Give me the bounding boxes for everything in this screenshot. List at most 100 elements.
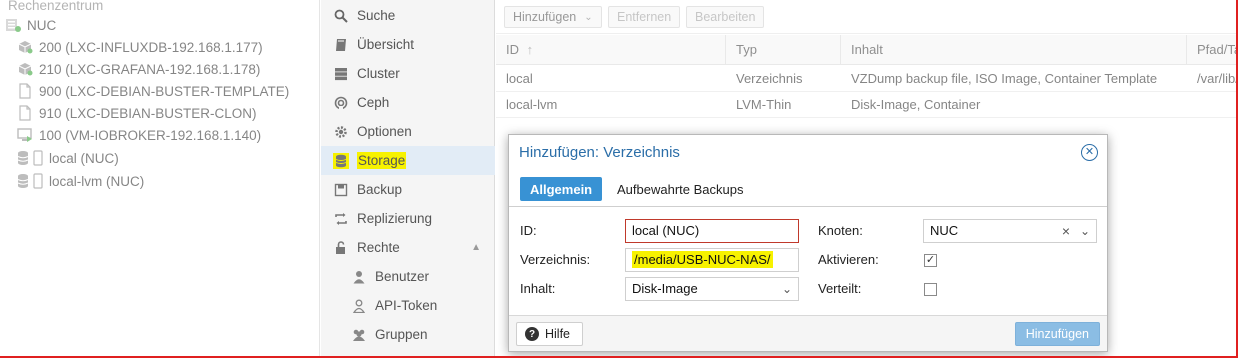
tree-node-label: NUC (27, 17, 57, 33)
cell-pfad: /var/lib/ (1197, 71, 1238, 86)
submit-add-button-label: Hinzufügen (1025, 327, 1089, 341)
tree-item[interactable]: 910 (LXC-DEBIAN-BUSTER-CLON) (16, 102, 257, 124)
container-icon (16, 39, 34, 55)
ceph-icon (333, 95, 349, 111)
id-field[interactable]: local (NUC) (625, 219, 799, 243)
cell-id: local-lvm (506, 97, 558, 112)
table-row[interactable]: local Verzeichnis VZDump backup file, IS… (496, 66, 1238, 92)
book-icon (333, 37, 349, 53)
node-select[interactable]: NUC × ⌄ (923, 219, 1097, 243)
sidebar-item-label: Backup (357, 182, 403, 197)
column-header-label: Pfad/Ta (1197, 42, 1238, 57)
tree-item[interactable]: local-lvm (NUC) (16, 170, 144, 192)
add-directory-dialog: Hinzufügen: Verzeichnis ✕ Allgemein Aufb… (508, 134, 1108, 352)
remove-button[interactable]: Entfernen (608, 6, 681, 28)
close-icon[interactable]: ✕ (1081, 144, 1098, 161)
help-button[interactable]: ? Hilfe (516, 322, 584, 346)
tree-item-label: local-lvm (NUC) (49, 173, 145, 189)
column-header-pfad[interactable]: Pfad/Ta (1187, 35, 1238, 65)
remove-button-label: Entfernen (617, 10, 672, 24)
tree-item[interactable]: 210 (LXC-GRAFANA-192.168.1.178) (16, 58, 260, 80)
tree-node-nuc[interactable]: NUC (4, 14, 56, 36)
tree-item[interactable]: 100 (VM-IOBROKER-192.168.1.140) (16, 124, 261, 146)
directory-field-value: /media/USB-NUC-NAS/ (632, 251, 773, 268)
node-icon (4, 17, 22, 33)
tree-item-label: 200 (LXC-INFLUXDB-192.168.1.177) (39, 39, 263, 55)
tab-aufbewahrte-backups[interactable]: Aufbewahrte Backups (607, 177, 753, 201)
tree-item-label: local (NUC) (49, 150, 119, 166)
storage-icon (16, 173, 44, 189)
column-header-typ[interactable]: Typ (726, 35, 841, 65)
template-icon (16, 105, 34, 121)
container-icon (16, 61, 34, 77)
tree-item[interactable]: local (NUC) (16, 147, 119, 169)
dialog-header: Hinzufügen: Verzeichnis ✕ (509, 135, 1107, 171)
sidebar-item-gruppen[interactable]: Gruppen (321, 320, 495, 349)
tree-item-label: 910 (LXC-DEBIAN-BUSTER-CLON) (39, 105, 257, 121)
tree-item-label: 210 (LXC-GRAFANA-192.168.1.178) (39, 61, 261, 77)
cell-inhalt: Disk-Image, Container (851, 97, 981, 112)
sidebar-item-optionen[interactable]: Optionen (321, 117, 495, 146)
floppy-icon (333, 182, 349, 198)
content-select[interactable]: Disk-Image ⌄ (625, 277, 799, 301)
tree-item[interactable]: 200 (LXC-INFLUXDB-192.168.1.177) (16, 36, 263, 58)
storage-toolbar: Hinzufügen ⌄ Entfernen Bearbeiten (496, 0, 1236, 34)
edit-button-label: Bearbeiten (695, 10, 756, 24)
tab-allgemein[interactable]: Allgemein (520, 177, 603, 201)
users-icon (351, 327, 367, 343)
content-select-value: Disk-Image (632, 281, 698, 296)
retweet-icon (333, 211, 349, 227)
tree-item-label: 100 (VM-IOBROKER-192.168.1.140) (39, 127, 262, 143)
cell-typ: Verzeichnis (736, 71, 803, 86)
clear-icon[interactable]: × (1062, 220, 1070, 242)
sidebar-item-replizierung[interactable]: Replizierung (321, 204, 495, 233)
chevron-down-icon: ⌄ (1079, 224, 1090, 238)
directory-field[interactable]: /media/USB-NUC-NAS/ (625, 248, 799, 272)
id-label: ID: (520, 223, 537, 238)
sidebar-item-ceph[interactable]: Ceph (321, 88, 495, 117)
directory-label: Verzeichnis: (520, 252, 591, 267)
sidebar-item-cluster[interactable]: Cluster (321, 59, 495, 88)
dialog-tabs: Allgemein Aufbewahrte Backups (509, 171, 1107, 207)
sidebar-item-label: Optionen (357, 124, 412, 139)
tree-item-label: 900 (LXC-DEBIAN-BUSTER-TEMPLATE) (39, 83, 290, 99)
column-header-id[interactable]: ID ↑ (496, 35, 726, 65)
enable-label: Aktivieren: (818, 252, 879, 267)
tree-item[interactable]: 900 (LXC-DEBIAN-BUSTER-TEMPLATE) (16, 80, 289, 102)
shared-label: Verteilt: (818, 281, 862, 296)
gear-icon (333, 124, 349, 140)
sidebar-item-rechte[interactable]: Rechte ▲ (321, 233, 495, 262)
sidebar-item-benutzer[interactable]: Benutzer (321, 262, 495, 291)
chevron-up-icon[interactable]: ▲ (471, 242, 481, 253)
sidebar-item-uebersicht[interactable]: Übersicht (321, 30, 495, 59)
dialog-footer: ? Hilfe Hinzufügen (509, 315, 1107, 351)
column-header-inhalt[interactable]: Inhalt (841, 35, 1187, 65)
help-button-label: Hilfe (545, 327, 571, 341)
shared-checkbox[interactable] (924, 283, 937, 296)
content-label: Inhalt: (520, 281, 556, 296)
enable-checkbox[interactable]: ✓ (924, 254, 937, 267)
column-header-label: Inhalt (851, 42, 883, 57)
sidebar-item-label: Übersicht (357, 37, 415, 52)
question-icon: ? (525, 327, 539, 341)
add-button[interactable]: Hinzufügen ⌄ (504, 6, 602, 28)
tree-root-label: Rechenzentrum (8, 0, 104, 13)
sidebar-item-label: Suche (357, 8, 396, 23)
sidebar-item-label: API-Token (375, 298, 438, 313)
sidebar-item-label: Storage (357, 152, 407, 169)
table-row[interactable]: local-lvm LVM-Thin Disk-Image, Container (496, 92, 1236, 118)
sort-asc-icon: ↑ (526, 42, 534, 57)
sidebar-item-backup[interactable]: Backup (321, 175, 495, 204)
cell-inhalt: VZDump backup file, ISO Image, Container… (851, 71, 1158, 86)
sidebar-item-suche[interactable]: Suche (321, 1, 495, 30)
submit-add-button[interactable]: Hinzufügen (1014, 322, 1100, 346)
user-icon (351, 269, 367, 285)
sidebar-item-storage[interactable]: Storage (321, 146, 495, 175)
edit-button[interactable]: Bearbeiten (686, 6, 765, 28)
node-select-value: NUC (930, 223, 959, 238)
resource-tree: Rechenzentrum NUC 200 (LXC-INFLUXDB-192.… (0, 0, 320, 358)
config-sidebar: Suche Übersicht Cluster Ceph Optionen St… (321, 0, 495, 358)
sidebar-item-api-token[interactable]: API-Token (321, 291, 495, 320)
id-field-value: local (NUC) (632, 223, 700, 238)
dialog-title: Hinzufügen: Verzeichnis (519, 144, 680, 161)
